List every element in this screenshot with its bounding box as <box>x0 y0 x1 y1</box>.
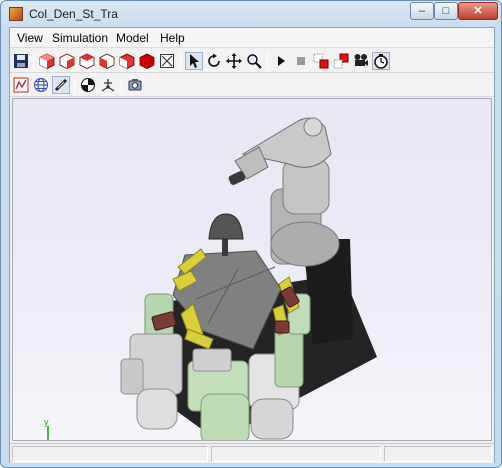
menu-simulation[interactable]: Simulation <box>52 31 108 45</box>
menu-view[interactable]: View <box>17 31 43 45</box>
show-joints-icon <box>101 79 115 92</box>
robot-arm <box>228 117 340 267</box>
fit-to-view-icon <box>160 54 174 68</box>
3d-viewport[interactable]: y x z <box>12 98 492 461</box>
display-toolbar <box>10 73 494 97</box>
view-iso-button[interactable] <box>38 52 56 70</box>
view-top-icon <box>139 53 155 69</box>
camera-settings-button[interactable] <box>126 76 144 94</box>
robot-scene[interactable]: y x z <box>13 99 491 461</box>
view-back-icon <box>79 53 95 69</box>
matlab-window: Col_Den_St_Tra – □ ✕ View Simulation Mod… <box>0 0 502 468</box>
toolbar-separator <box>74 77 75 93</box>
show-frames-button[interactable] <box>79 76 97 94</box>
status-cell-middle <box>211 446 381 462</box>
status-cell-main <box>12 446 208 462</box>
camera-settings-icon <box>128 79 142 91</box>
minimize-button[interactable]: – <box>410 2 434 20</box>
step-forward-icon <box>333 53 349 69</box>
stop-simulation-icon <box>297 57 305 65</box>
status-bar <box>10 443 494 463</box>
show-cg-icon <box>54 78 68 92</box>
save-icon <box>14 54 28 68</box>
pan-button[interactable] <box>225 52 243 70</box>
select-pointer-icon <box>190 54 199 68</box>
select-pointer-button[interactable] <box>185 52 203 70</box>
rotate-icon <box>208 53 220 67</box>
step-forward-button[interactable] <box>332 52 350 70</box>
view-left-button[interactable] <box>98 52 116 70</box>
highlight-body-icon <box>13 77 29 93</box>
view-top-button[interactable] <box>138 52 156 70</box>
highlight-body-button[interactable] <box>12 76 30 94</box>
axis-label-y: y <box>44 417 49 427</box>
main-toolbar <box>10 49 494 73</box>
view-front-button[interactable] <box>58 52 76 70</box>
toolbar-separator <box>121 77 122 93</box>
menu-model[interactable]: Model <box>116 31 149 45</box>
timer-button[interactable] <box>372 52 390 70</box>
toolbar-separator <box>180 53 181 69</box>
maximize-button[interactable]: □ <box>434 2 458 20</box>
view-iso-icon <box>39 53 55 69</box>
start-simulation-button[interactable] <box>272 52 290 70</box>
step-back-button[interactable] <box>312 52 330 70</box>
matlab-app-icon <box>9 7 23 21</box>
axis-triad: y x z <box>27 417 70 461</box>
view-left-icon <box>99 53 115 69</box>
dome-sensor <box>208 213 244 256</box>
title-bar[interactable]: Col_Den_St_Tra – □ ✕ <box>1 1 501 25</box>
zoom-button[interactable] <box>245 52 263 70</box>
step-back-icon <box>313 53 329 69</box>
timer-icon <box>374 54 388 69</box>
view-right-button[interactable] <box>118 52 136 70</box>
view-right-icon <box>119 53 135 69</box>
fit-to-view-button[interactable] <box>158 52 176 70</box>
zoom-icon <box>247 54 262 69</box>
toolbar-separator <box>33 53 34 69</box>
menu-bar: View Simulation Model Help <box>10 28 494 48</box>
toolbar-separator <box>267 53 268 69</box>
show-frames-icon <box>81 78 95 92</box>
window-title: Col_Den_St_Tra <box>29 7 118 21</box>
stop-simulation-button[interactable] <box>292 52 310 70</box>
show-joints-button[interactable] <box>99 76 117 94</box>
show-cg-button[interactable] <box>52 76 70 94</box>
status-cell-right <box>384 446 492 462</box>
save-button[interactable] <box>12 52 30 70</box>
close-button[interactable]: ✕ <box>458 2 498 20</box>
client-area: View Simulation Model Help y <box>9 27 495 463</box>
menu-help[interactable]: Help <box>160 31 185 45</box>
record-video-button[interactable] <box>352 52 370 70</box>
pan-icon <box>226 53 242 69</box>
view-front-icon <box>59 53 75 69</box>
record-video-icon <box>354 54 368 66</box>
rotate-button[interactable] <box>205 52 223 70</box>
start-simulation-icon <box>278 56 285 66</box>
wireframe-icon <box>34 78 48 92</box>
wireframe-button[interactable] <box>32 76 50 94</box>
view-back-button[interactable] <box>78 52 96 70</box>
